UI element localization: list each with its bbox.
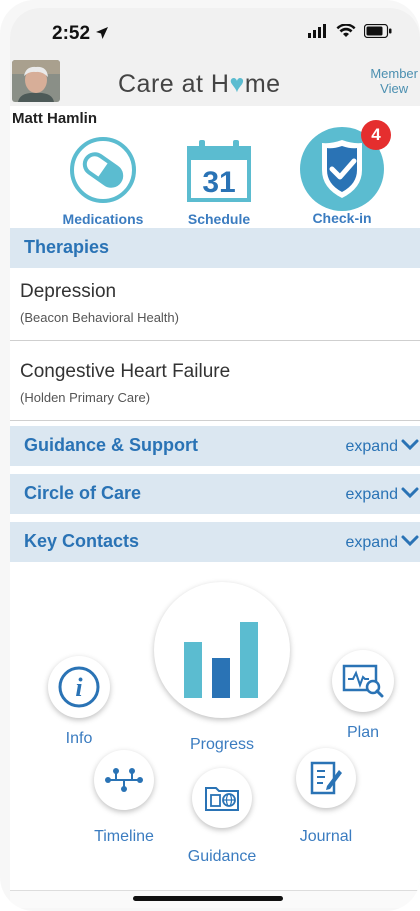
pill-icon (70, 137, 136, 203)
therapies-title: Therapies (24, 237, 110, 257)
chevron-down-icon (401, 487, 419, 499)
wifi-icon (336, 24, 356, 37)
therapy-provider: (Holden Primary Care) (20, 390, 151, 405)
chevron-down-icon (401, 439, 419, 451)
info-label: Info (65, 730, 93, 747)
circle-of-care-section[interactable]: Circle of Care expand (10, 474, 420, 514)
key-contacts-section[interactable]: Key Contacts expand (10, 522, 420, 562)
checkin-badge: 4 (361, 120, 391, 150)
guidance-label: Guidance (187, 848, 257, 865)
action-hub: Progress i Info Plan Timeline Guidance J… (10, 578, 420, 888)
journal-label: Journal (299, 828, 353, 845)
status-bar: 2:52 (10, 8, 420, 58)
journal-edit-icon (310, 761, 342, 795)
progress-label: Progress (189, 736, 255, 753)
chevron-down-icon (401, 535, 419, 547)
checkin-button[interactable]: 4 Check-in (292, 120, 392, 226)
calendar-icon: 31 (187, 140, 251, 202)
therapy-name: Congestive Heart Failure (20, 361, 231, 382)
progress-button[interactable] (154, 582, 290, 718)
phone-frame: 2:52 Care at H♥me Member View Matt Hamlin… (0, 0, 420, 911)
cellular-signal-icon (308, 24, 326, 38)
journal-button[interactable] (296, 748, 356, 808)
medications-label: Medications (62, 211, 144, 227)
guidance-button[interactable] (192, 768, 252, 828)
section-label: Guidance & Support (24, 435, 199, 455)
avatar[interactable] (12, 60, 60, 102)
info-icon: i (58, 666, 100, 708)
calendar-day: 31 (202, 166, 235, 199)
app-logo: Care at H♥me (118, 70, 281, 98)
therapy-item[interactable]: Depression (Beacon Behavioral Health) (10, 270, 420, 341)
svg-text:i: i (75, 673, 83, 702)
folder-globe-icon (205, 787, 239, 811)
bar-chart-icon (184, 622, 258, 698)
battery-icon (364, 24, 392, 38)
home-indicator[interactable] (133, 896, 283, 901)
heart-plus-icon: ♥ (229, 70, 245, 98)
user-name: Matt Hamlin (12, 110, 98, 127)
expand-link[interactable]: expand (346, 438, 399, 456)
app-header: Care at H♥me Member View (10, 58, 420, 106)
location-arrow-icon (96, 27, 109, 39)
top-nav: Medications 31 Schedule 4 Check-in (10, 120, 420, 227)
section-label: Circle of Care (24, 483, 142, 503)
expand-link[interactable]: expand (346, 534, 399, 552)
timeline-label: Timeline (94, 828, 154, 845)
therapy-item[interactable]: Congestive Heart Failure (Holden Primary… (10, 350, 420, 421)
checkin-label: Check-in (312, 210, 372, 226)
status-time: 2:52 (52, 23, 109, 45)
expand-link[interactable]: expand (346, 486, 399, 504)
schedule-label: Schedule (187, 211, 251, 227)
plan-button[interactable] (332, 650, 394, 712)
therapy-name: Depression (20, 281, 117, 302)
app-screen: 2:52 Care at H♥me Member View Matt Hamlin… (10, 8, 420, 908)
therapies-header: Therapies (10, 228, 420, 268)
info-button[interactable]: i (48, 656, 110, 718)
plan-label: Plan (346, 724, 380, 741)
medications-button[interactable]: Medications (58, 136, 148, 227)
schedule-button[interactable]: 31 Schedule (178, 136, 260, 227)
member-view-button[interactable]: Member View (370, 66, 418, 96)
monitor-search-icon (342, 664, 384, 698)
timeline-icon (105, 768, 143, 792)
section-label: Key Contacts (24, 531, 140, 551)
therapy-provider: (Beacon Behavioral Health) (20, 310, 179, 325)
guidance-support-section[interactable]: Guidance & Support expand (10, 426, 420, 466)
timeline-button[interactable] (94, 750, 154, 810)
